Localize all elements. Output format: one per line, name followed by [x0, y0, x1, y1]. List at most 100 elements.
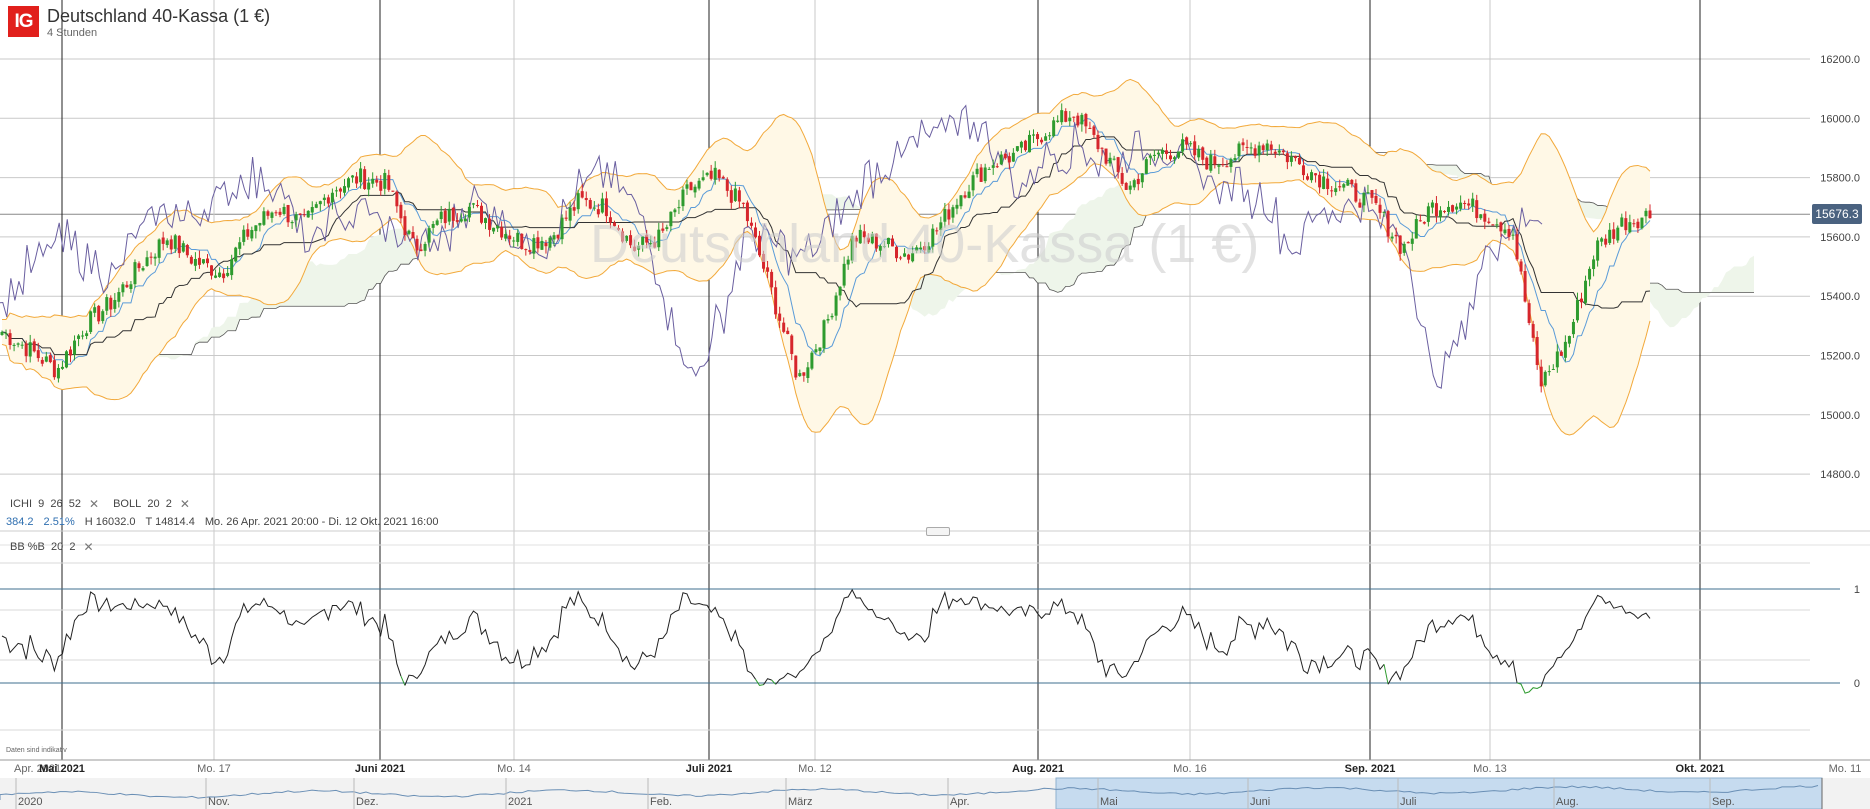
candle-body — [814, 349, 818, 353]
candle-body — [1584, 280, 1588, 303]
boll-remove-icon[interactable]: ✕ — [180, 497, 190, 511]
candle-body — [685, 184, 689, 189]
ichi-indicator[interactable]: ICHI 9 26 52 — [10, 498, 81, 510]
candle-body — [161, 237, 165, 244]
candle-body — [0, 331, 4, 335]
candle-body — [677, 207, 681, 209]
candle-body — [16, 343, 20, 345]
candle-body — [1100, 147, 1104, 149]
candle-body — [375, 179, 379, 183]
candle-body — [314, 204, 318, 208]
candle-body — [1624, 218, 1628, 231]
candle-body — [1221, 164, 1225, 166]
candle-body — [580, 191, 584, 198]
candle-body — [1543, 371, 1547, 386]
candle-body — [463, 218, 467, 222]
high-value: H 16032.0 — [84, 516, 136, 528]
y-tick-label: 16000.0 — [1820, 113, 1860, 125]
navigator-label: Juli — [1400, 796, 1417, 808]
candle-body — [173, 235, 177, 249]
candle-body — [52, 360, 56, 378]
candle-body — [729, 190, 733, 203]
x-tick-label: Juli 2021 — [686, 763, 732, 775]
bbpb-panel: 10 — [0, 562, 1860, 731]
candle-body — [1027, 134, 1031, 153]
navigator-label: Juni — [1250, 796, 1270, 808]
boll-indicator[interactable]: BOLL 20 2 — [113, 498, 172, 510]
candle-body — [475, 205, 479, 207]
candle-body — [165, 240, 169, 246]
candle-body — [1185, 137, 1189, 145]
candle-body — [270, 212, 274, 218]
bbpb-line — [771, 679, 776, 685]
instrument-title: Deutschland 40-Kassa (1 €) — [47, 6, 271, 26]
candle-body — [1555, 351, 1559, 368]
interval-label[interactable]: 4 Stunden — [47, 27, 270, 39]
navigator-label: März — [788, 796, 812, 808]
candle-body — [1036, 134, 1040, 140]
candle-body — [1181, 139, 1185, 152]
candle-body — [137, 263, 141, 269]
candle-body — [1483, 213, 1487, 222]
candle-body — [177, 235, 181, 254]
candle-body — [258, 223, 262, 226]
candle-body — [1281, 150, 1285, 153]
candle-body — [246, 229, 250, 237]
candle-body — [387, 175, 391, 190]
candle-body — [278, 211, 282, 215]
candle-body — [1257, 145, 1261, 156]
candle-body — [1060, 110, 1064, 123]
candle-body — [347, 178, 351, 188]
bbpb-tick-label: 1 — [1854, 584, 1860, 596]
navigator-label: Feb. — [650, 796, 672, 808]
candle-body — [1471, 198, 1475, 207]
candle-body — [1092, 126, 1096, 135]
candle-body — [129, 284, 133, 290]
candle-body — [455, 220, 459, 222]
candle-body — [1503, 229, 1507, 234]
candle-body — [1475, 200, 1479, 219]
candle-body — [1370, 190, 1374, 198]
candle-body — [725, 179, 729, 191]
candle-body — [955, 204, 959, 209]
bbpb-remove-icon[interactable]: ✕ — [83, 540, 93, 554]
candle-body — [351, 175, 355, 178]
chart-canvas[interactable]: Deutschland 40-Kassa (1 €) 16200.0 16000.… — [0, 0, 1870, 809]
y-tick-label: 15600.0 — [1820, 232, 1860, 244]
panel-resize-handle[interactable] — [926, 527, 950, 536]
candle-body — [242, 229, 246, 242]
candle-body — [467, 206, 471, 218]
candle-body — [214, 275, 218, 278]
candle-body — [1515, 234, 1519, 260]
candle-body — [149, 256, 153, 258]
candle-body — [1245, 146, 1249, 148]
candle-body — [1136, 178, 1140, 185]
candle-body — [282, 206, 286, 215]
candle-body — [1052, 120, 1056, 137]
bbpb-indicator[interactable]: BB %B 20 2 — [10, 541, 75, 553]
x-tick-label: Mo. 16 — [1173, 763, 1207, 775]
candle-body — [367, 182, 371, 190]
ichi-remove-icon[interactable]: ✕ — [89, 497, 99, 511]
candle-body — [1132, 180, 1136, 188]
candle-body — [419, 249, 423, 252]
x-tick-label: Mo. 11 — [1829, 763, 1862, 775]
candle-body — [439, 211, 443, 220]
candle-body — [93, 307, 97, 313]
candle-body — [1608, 229, 1612, 243]
candle-body — [1563, 341, 1567, 358]
candle-body — [1306, 176, 1310, 180]
candle-body — [1326, 178, 1330, 190]
navigator: 2020 Nov. Dez. 2021 Feb. März Apr. Mai Juni Juli A… — [0, 777, 1870, 809]
candle-body — [717, 169, 721, 179]
candle-body — [85, 333, 89, 337]
candle-body — [1487, 221, 1491, 223]
candle-body — [310, 207, 314, 213]
candle-body — [979, 167, 983, 182]
candle-body — [218, 272, 222, 277]
candle-body — [1044, 136, 1048, 141]
time-axis: Apr. 2021Mai 2021 Mo. 17 Juni 2021 Mo. 14 Ju… — [0, 759, 1870, 775]
candle-body — [1378, 204, 1382, 213]
candle-body — [238, 242, 242, 249]
candle-body — [1048, 135, 1052, 137]
